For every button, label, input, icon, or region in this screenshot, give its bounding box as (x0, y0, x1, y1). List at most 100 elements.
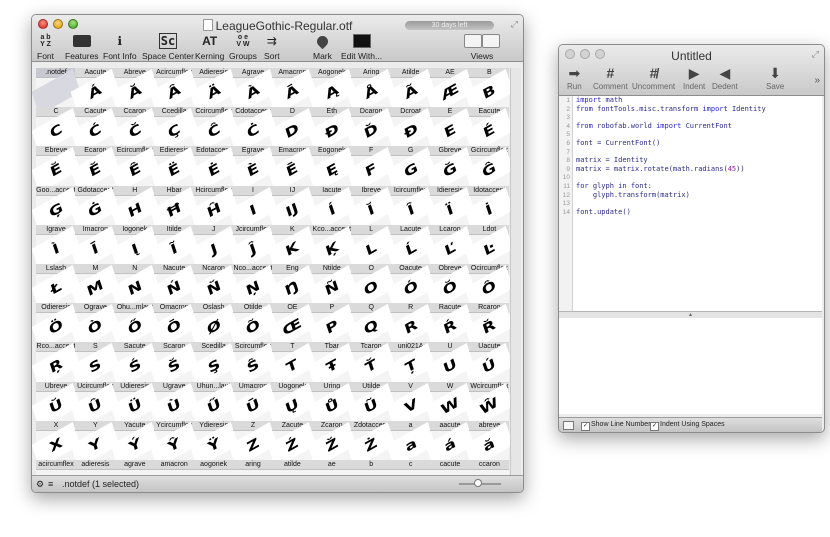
glyph-cell[interactable]: Ograve Ò (70, 303, 120, 351)
toolbar-sort-button[interactable]: ⇉ Sort (264, 33, 280, 61)
glyph-cell[interactable]: Hbar Ħ (149, 185, 199, 233)
glyph-cell[interactable]: c (390, 460, 431, 470)
glyph-cell[interactable]: Eacute É (464, 107, 514, 155)
run-button[interactable]: ➡ Run (567, 65, 582, 92)
glyph-cell[interactable]: amacron (154, 460, 195, 470)
glyph-cell[interactable]: XX (32, 420, 81, 468)
glyph-cell[interactable]: Abreve Ă (110, 68, 160, 115)
glyph-cell[interactable]: Gbreve Ğ (425, 146, 475, 194)
glyph-cell[interactable]: Racute Ŕ (425, 303, 475, 351)
glyph-cell[interactable]: aa (386, 420, 436, 468)
glyph-cell[interactable]: Dcaron Ď (346, 107, 396, 155)
glyph-cell[interactable]: ZZ (228, 420, 278, 468)
glyph-cell[interactable]: aacute á (425, 420, 475, 468)
glyph-cell[interactable]: Oslash Ø (189, 303, 239, 351)
list-view-icon[interactable]: ≡ (48, 476, 53, 492)
fullscreen-icon[interactable]: ⤢ (511, 19, 518, 30)
glyph-cell[interactable]: Lslash Ł (32, 264, 81, 311)
glyph-cell[interactable]: Otilde Õ (228, 303, 278, 351)
glyph-cell[interactable]: ccaron (469, 460, 510, 470)
glyph-cell[interactable]: Iacute Í (307, 185, 357, 233)
glyph-cell[interactable]: uni021A Ț (386, 342, 436, 390)
glyph-cell[interactable]: OO (346, 264, 396, 311)
glyph-cell[interactable]: Agrave À (228, 68, 278, 115)
code-text[interactable]: import math from fontTools.misc.transform… (576, 96, 766, 216)
glyph-cell[interactable]: Zdotaccent Ż (346, 420, 396, 468)
glyph-cell[interactable]: Lacute Ĺ (386, 224, 436, 272)
glyph-cell[interactable]: Itilde Ĩ (149, 224, 199, 272)
glyph-cell[interactable]: Tbar Ŧ (307, 342, 357, 390)
glyph-cell[interactable]: Ntilde Ñ (307, 264, 357, 311)
glyph-cell[interactable]: EE (425, 107, 475, 155)
glyph-cell[interactable]: agrave (114, 460, 155, 470)
glyph-cell[interactable]: KK (267, 224, 317, 272)
glyph-cell[interactable]: WW (425, 381, 475, 429)
glyph-cell[interactable]: Jcircumflex Ĵ (228, 224, 278, 272)
glyph-cell[interactable]: Uogonek Ų (267, 381, 317, 429)
glyph-cell[interactable]: Edotaccent Ė (189, 146, 239, 194)
glyph-cell[interactable]: Amacron Ā (267, 68, 317, 115)
glyph-cell[interactable]: Ldot Ŀ (464, 224, 514, 272)
glyph-cell[interactable]: abreve ă (464, 420, 514, 468)
glyph-cell[interactable]: Rco...accent Ŗ (32, 342, 81, 390)
glyph-cell[interactable]: Aacute Á (70, 68, 120, 115)
glyph-cell[interactable]: LL (346, 224, 396, 272)
glyph-cell[interactable]: Goo...accent Ģ (32, 185, 81, 233)
glyph-cell[interactable]: VV (386, 381, 436, 429)
glyph-cell[interactable]: Edieresis Ë (149, 146, 199, 194)
toolbar-space-center-button[interactable]: Sc Space Center (142, 33, 194, 61)
glyph-cell[interactable]: Omacron Ō (149, 303, 199, 351)
glyph-cell[interactable]: Utilde Ũ (346, 381, 396, 429)
glyph-cell[interactable]: Ucircumflex Û (70, 381, 120, 429)
glyph-cell[interactable]: Cdotaccent Ċ (228, 107, 278, 155)
glyph-cell[interactable]: Scedilla Ş (189, 342, 239, 390)
glyph-cell[interactable]: AE Æ (425, 68, 475, 115)
glyph-cell[interactable]: Tcaron Ť (346, 342, 396, 390)
glyph-cell[interactable]: IJ Ĳ (267, 185, 317, 233)
glyph-cell[interactable]: Igrave Ì (32, 224, 81, 272)
glyph-cell[interactable]: Ecircumflex Ê (110, 146, 160, 194)
glyph-cell[interactable]: cacute (430, 460, 470, 470)
glyph-cell[interactable]: aring (233, 460, 273, 470)
glyph-cell[interactable]: Ncaron Ň (189, 264, 239, 311)
dedent-button[interactable]: ◀ Dedent (712, 65, 738, 92)
glyph-cell[interactable]: Nacute Ń (149, 264, 199, 311)
glyph-cell[interactable]: Hcircumflex Ĥ (189, 185, 239, 233)
toolbar-edit-with-button[interactable]: Edit With... (341, 33, 382, 61)
toolbar-mark-button[interactable]: Mark (313, 33, 332, 61)
glyph-cell[interactable]: Sacute Ś (110, 342, 160, 390)
glyph-cell[interactable]: aogonek (193, 460, 234, 470)
glyph-cell[interactable]: Eth Ð (307, 107, 357, 155)
indent-button[interactable]: ▶ Indent (683, 65, 705, 92)
glyph-cell[interactable]: Scaron Š (149, 342, 199, 390)
glyph-cell[interactable]: Emacron Ē (267, 146, 317, 194)
glyph-cell[interactable]: Gcircumflex Ĝ (464, 146, 514, 194)
glyph-cell[interactable]: Zcaron Ž (307, 420, 357, 468)
glyph-cell[interactable]: TT (267, 342, 317, 390)
glyph-cell[interactable]: Cacute Ć (70, 107, 120, 155)
glyph-cell[interactable]: Aogonek Ą (307, 68, 357, 115)
glyph-cell[interactable]: Icircumflex Î (386, 185, 436, 233)
glyph-cell[interactable]: Egrave È (228, 146, 278, 194)
glyph-cell[interactable]: RR (386, 303, 436, 351)
glyph-cell[interactable]: Eng Ŋ (267, 264, 317, 311)
glyph-cell[interactable]: YY (70, 420, 120, 468)
glyph-cell[interactable]: Ccaron Č (110, 107, 160, 155)
panel-toggle-icon[interactable] (563, 421, 574, 430)
glyph-cell[interactable]: OE Œ (267, 303, 317, 351)
glyph-cell[interactable]: Ycircumflex Ŷ (149, 420, 199, 468)
glyph-cell[interactable]: acircumflex (36, 460, 76, 470)
glyph-cell[interactable]: Uhun...laut Ű (189, 381, 239, 429)
glyph-cell[interactable]: Uring Ů (307, 381, 357, 429)
grid-scrollbar[interactable] (510, 68, 521, 479)
glyph-cell[interactable]: Udieresis Ü (110, 381, 160, 429)
glyph-cell[interactable]: Kco...accent Ķ (307, 224, 357, 272)
glyph-cell[interactable]: Aring Å (346, 68, 396, 115)
glyph-cell[interactable]: QQ (346, 303, 396, 351)
save-button[interactable]: ⬇ Save (766, 65, 784, 92)
glyph-cell[interactable]: Obreve Ŏ (425, 264, 475, 311)
glyph-cell[interactable]: HH (110, 185, 160, 233)
toolbar-kerning-button[interactable]: AT Kerning (195, 33, 224, 61)
glyph-cell[interactable]: Imacron Ī (70, 224, 120, 272)
glyph-cell[interactable]: PP (307, 303, 357, 351)
